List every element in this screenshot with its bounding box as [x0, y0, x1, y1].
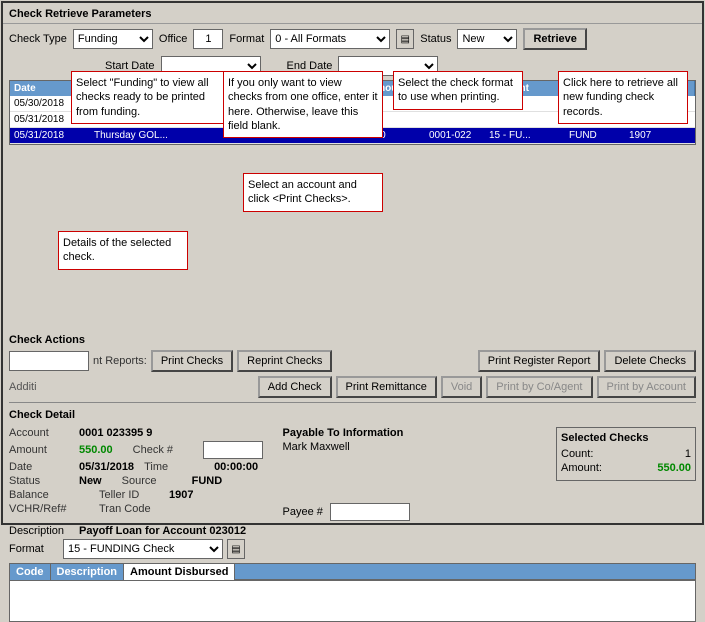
print-co-agent-button[interactable]: Print by Co/Agent [486, 376, 592, 398]
addl-label: Additi [9, 381, 89, 393]
date-row-detail: Date 05/31/2018 Time 00:00:00 [9, 461, 273, 473]
status-row: Status New Source FUND [9, 475, 273, 487]
check-detail-header: Check Detail [3, 405, 702, 423]
bottom-grid: Code Description Amount Disbursed [9, 563, 696, 622]
payable-name: Mark Maxwell [283, 441, 547, 453]
callout-funding: Select "Funding" to view all checks read… [71, 71, 231, 124]
callout-retrieve: Click here to retrieve all new funding c… [558, 71, 688, 124]
selected-checks-box: Selected Checks Count: 1 Amount: 550.00 [556, 427, 696, 481]
tab-code[interactable]: Code [10, 564, 51, 580]
amount-row: Amount 550.00 Check # [9, 441, 273, 459]
reports-label: nt Reports: [93, 355, 147, 367]
selected-checks-title: Selected Checks [561, 432, 691, 444]
format-value-select[interactable]: 15 - FUNDING Check [63, 539, 223, 559]
desc-label: Description [9, 525, 79, 537]
format-select[interactable]: 0 - All Formats [270, 29, 390, 49]
window-title: Check Retrieve Parameters [3, 3, 702, 24]
check-actions-section: Check Actions nt Reports: Print Checks R… [3, 330, 702, 400]
payee-input[interactable] [330, 503, 410, 521]
check-actions-header: Check Actions [3, 330, 702, 348]
print-account-button[interactable]: Print by Account [597, 376, 697, 398]
actions-row-2: Additi Add Check Print Remittance Void P… [3, 374, 702, 400]
status-select[interactable]: New [457, 29, 517, 49]
toolbar-row: Check Type Funding Office Format 0 - All… [3, 24, 702, 54]
payee-row: Payee # [283, 503, 547, 521]
void-button[interactable]: Void [441, 376, 482, 398]
tab-description[interactable]: Description [51, 564, 125, 580]
print-register-button[interactable]: Print Register Report [478, 350, 601, 372]
grid-tabs: Code Description Amount Disbursed [10, 564, 695, 581]
format-label: Format [9, 543, 59, 555]
account-row: Account 0001 023395 9 [9, 427, 273, 439]
section-divider [9, 402, 696, 403]
description-row: Description Payoff Loan for Account 0230… [9, 525, 696, 537]
format-detail-icon[interactable]: ▤ [227, 539, 245, 559]
amount-row-sel: Amount: 550.00 [561, 462, 691, 474]
teller-label: Teller ID [99, 489, 169, 501]
print-checks-button[interactable]: Print Checks [151, 350, 233, 372]
title-text: Check Retrieve Parameters [9, 8, 151, 20]
check-type-label: Check Type [9, 33, 67, 45]
reprint-checks-button[interactable]: Reprint Checks [237, 350, 332, 372]
main-window: Check Retrieve Parameters Check Type Fun… [1, 1, 704, 525]
office-input[interactable] [193, 29, 223, 49]
count-row: Count: 1 [561, 448, 691, 460]
status-label: Status [420, 33, 451, 45]
source-label: Source [122, 475, 192, 487]
callout-detail: Details of the selected check. [58, 231, 188, 270]
payable-section: Payable To Information Mark Maxwell Paye… [283, 427, 547, 521]
check-number-input[interactable] [203, 441, 263, 459]
check-label: Check # [133, 444, 203, 456]
tab-amount-disbursed[interactable]: Amount Disbursed [124, 564, 235, 580]
actions-row-1: nt Reports: Print Checks Reprint Checks … [3, 348, 702, 374]
check-detail-section: Account 0001 023395 9 Amount 550.00 Chec… [9, 427, 696, 521]
retrieve-button[interactable]: Retrieve [523, 28, 586, 50]
callout-account: Select an account and click <Print Check… [243, 173, 383, 212]
time-label: Time [144, 461, 214, 473]
office-label: Office [159, 33, 188, 45]
grid-body [10, 581, 695, 621]
print-remittance-button[interactable]: Print Remittance [336, 376, 437, 398]
tran-label: Tran Code [99, 503, 169, 515]
additional-input[interactable] [9, 351, 89, 371]
format-icon-button[interactable]: ▤ [396, 29, 414, 49]
callout-office: If you only want to view checks from one… [223, 71, 383, 138]
delete-checks-button[interactable]: Delete Checks [604, 350, 696, 372]
add-check-button[interactable]: Add Check [258, 376, 332, 398]
format-row: Format 15 - FUNDING Check ▤ [9, 539, 696, 559]
detail-mid: Payable To Information Mark Maxwell Paye… [283, 427, 547, 521]
desc-value: Payoff Loan for Account 023012 [79, 525, 246, 537]
detail-left: Account 0001 023395 9 Amount 550.00 Chec… [9, 427, 273, 521]
balance-row: Balance Teller ID 1907 [9, 489, 273, 501]
check-type-select[interactable]: Funding [73, 29, 153, 49]
vchr-row: VCHR/Ref# Tran Code [9, 503, 273, 515]
detail-right: Selected Checks Count: 1 Amount: 550.00 [556, 427, 696, 521]
callout-format: Select the check format to use when prin… [393, 71, 523, 110]
payable-title: Payable To Information [283, 427, 547, 439]
format-label: Format [229, 33, 264, 45]
